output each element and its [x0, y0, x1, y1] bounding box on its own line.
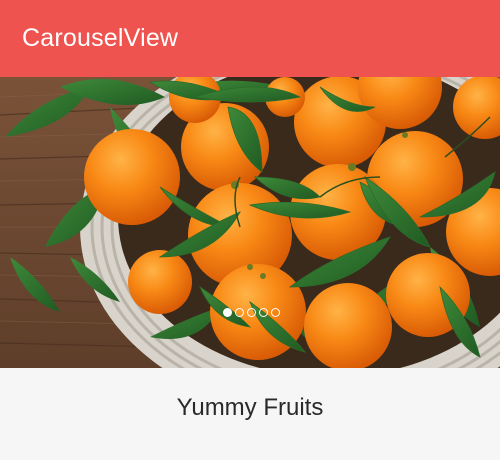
indicator-dot[interactable]	[270, 308, 280, 317]
app-toolbar: CarouselView	[0, 0, 500, 77]
carousel-caption: Yummy Fruits	[176, 394, 324, 421]
indicator-dot[interactable]	[246, 308, 256, 317]
carousel-view[interactable]	[0, 77, 500, 368]
toolbar-title: CarouselView	[22, 24, 179, 52]
indicator-dot[interactable]	[234, 308, 244, 317]
indicator-dot[interactable]	[222, 308, 232, 317]
indicator-dot[interactable]	[258, 308, 268, 317]
carousel-image	[0, 77, 500, 368]
carousel-indicator	[0, 308, 500, 317]
caption-area: Yummy Fruits	[0, 368, 500, 460]
app-screen: CarouselView Yummy Fruits	[0, 0, 500, 460]
